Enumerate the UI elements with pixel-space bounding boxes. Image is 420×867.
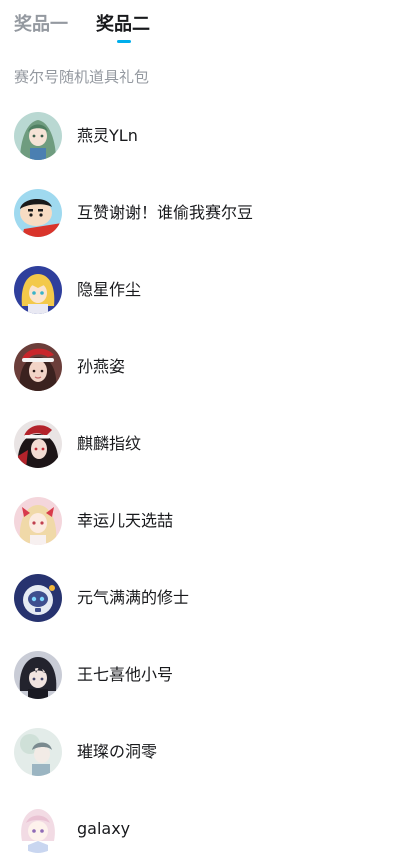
winner-name: 互赞谢谢！谁偷我赛尔豆 <box>77 203 254 222</box>
winner-name: 璀璨の洞零 <box>77 742 158 761</box>
winner-name: 幸运儿天选喆 <box>77 511 174 530</box>
winner-row[interactable]: 麒麟指纹 <box>0 405 420 482</box>
winner-name: galaxy <box>77 819 131 838</box>
prize-title: 赛尔号随机道具礼包 <box>14 68 150 86</box>
winner-name: 燕灵YLn <box>77 126 138 145</box>
winner-name: 王七喜他小号 <box>77 665 174 684</box>
winner-row[interactable]: 王七喜他小号 <box>0 636 420 713</box>
tab-prize-two[interactable]: 奖品二 <box>96 12 150 38</box>
winner-row[interactable]: 璀璨の洞零 <box>0 713 420 790</box>
winner-row[interactable]: 互赞谢谢！谁偷我赛尔豆 <box>0 174 420 251</box>
blonde-anime-girl-avatar[interactable] <box>14 497 62 545</box>
winner-row[interactable]: 幸运儿天选喆 <box>0 482 420 559</box>
prize-tabs: 奖品一 奖品二 <box>0 0 420 52</box>
santa-hat-girl-avatar[interactable] <box>14 343 62 391</box>
robot-avatar[interactable] <box>14 574 62 622</box>
winner-row[interactable]: 隐星作尘 <box>0 251 420 328</box>
winner-name: 隐星作尘 <box>77 280 142 299</box>
winner-name: 麒麟指纹 <box>77 434 142 453</box>
winner-name: 元气满满的修士 <box>77 588 190 607</box>
winner-row[interactable]: 孙燕姿 <box>0 328 420 405</box>
winner-list: 燕灵YLn 互赞谢谢！谁偷我赛尔豆 隐星作尘 孙燕姿 麒麟指纹 幸运儿天选喆 元… <box>0 97 420 867</box>
tab-prize-one[interactable]: 奖品一 <box>14 12 68 38</box>
blonde-anime-girl-avatar[interactable] <box>14 266 62 314</box>
winner-row[interactable]: 元气满满的修士 <box>0 559 420 636</box>
green-hair-anime-avatar[interactable] <box>14 112 62 160</box>
chibi-anime-avatar[interactable] <box>14 805 62 853</box>
winner-name: 孙燕姿 <box>77 357 126 376</box>
winner-row[interactable]: 燕灵YLn <box>0 97 420 174</box>
crayon-shin-chan-avatar[interactable] <box>14 189 62 237</box>
dark-hair-anime-boy-avatar[interactable] <box>14 651 62 699</box>
dark-santa-anime-avatar[interactable] <box>14 420 62 468</box>
faded-portrait-avatar[interactable] <box>14 728 62 776</box>
active-tab-indicator <box>117 40 131 43</box>
winner-row[interactable]: galaxy <box>0 790 420 867</box>
